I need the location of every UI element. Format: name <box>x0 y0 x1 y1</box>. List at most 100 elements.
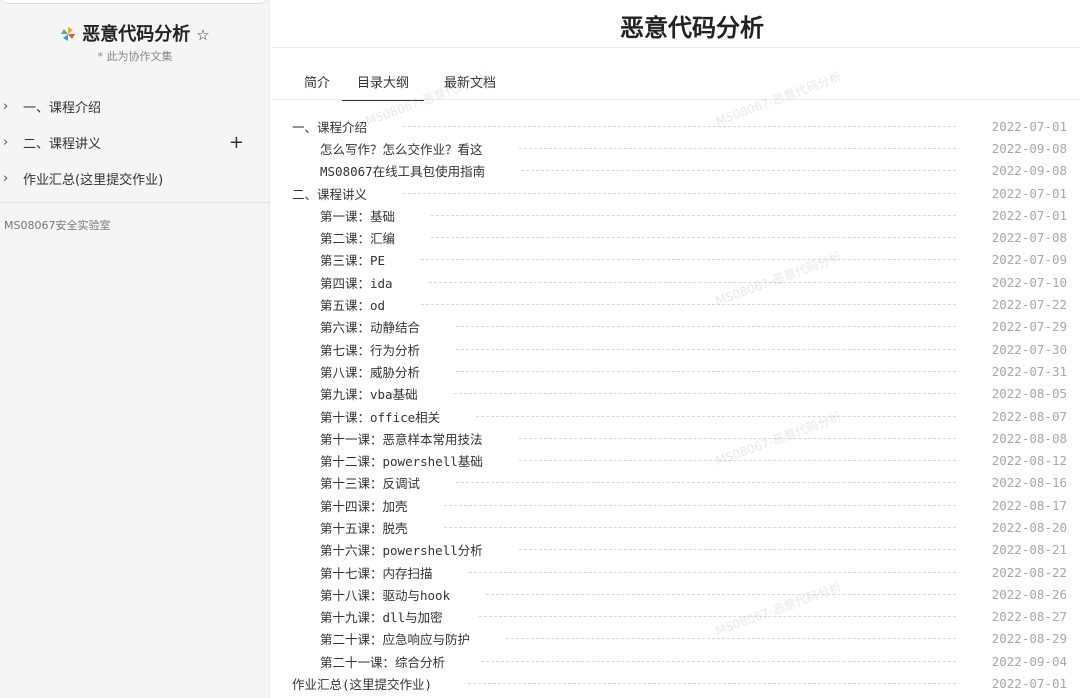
tab-outline[interactable]: 目录大纲 <box>342 72 425 101</box>
outline-row-title[interactable]: 一、课程介绍 <box>292 117 367 136</box>
tab-intro[interactable]: 简介 <box>296 72 338 101</box>
outline-row-date: 2022-09-04 <box>991 653 1067 669</box>
outline-row[interactable]: 第九课：vba基础 2022-08-05 <box>292 383 1067 405</box>
outline-row-leader <box>443 526 956 528</box>
sidebar-footer[interactable]: MS08067安全实验室 <box>4 217 110 233</box>
outline-row[interactable]: 第十八课：驱动与hook 2022-08-26 <box>292 583 1067 605</box>
outline-row-date: 2022-07-10 <box>991 274 1067 290</box>
outline-row-title[interactable]: 第六课：动静结合 <box>320 317 420 336</box>
sidebar-item-course-notes[interactable]: › 二、课程讲义 + <box>0 124 270 160</box>
outline-row-title[interactable]: 第二十课：应急响应与防护 <box>320 629 470 648</box>
outline-row-title[interactable]: 第十九课：dll与加密 <box>320 607 443 626</box>
outline-row-date: 2022-08-26 <box>991 586 1067 602</box>
outline-row-leader <box>468 571 956 573</box>
plus-icon[interactable]: + <box>229 132 244 153</box>
outline-row-leader <box>443 504 956 506</box>
outline-row-leader <box>521 170 956 172</box>
outline-row-title[interactable]: 第十八课：驱动与hook <box>320 585 450 604</box>
outline-row-leader <box>421 304 956 306</box>
outline-row-leader <box>421 259 956 261</box>
outline-row-date: 2022-09-08 <box>991 163 1067 179</box>
outline-row-title[interactable]: 第十三课：反调试 <box>320 473 420 492</box>
star-outline-icon[interactable]: ☆ <box>196 26 209 44</box>
outline-row-title[interactable]: 第八课：威胁分析 <box>320 362 420 381</box>
outline-row-title[interactable]: 第五课：od <box>320 295 385 314</box>
outline-row-leader <box>431 214 956 216</box>
outline-row[interactable]: 第六课：动静结合 2022-07-29 <box>292 316 1067 338</box>
outline-row[interactable]: 第五课：od 2022-07-22 <box>292 293 1067 315</box>
main-content: 恶意代码分析 简介 目录大纲 最新文档 一、课程介绍 2022-07-01 怎么写作… <box>272 0 1080 698</box>
search-box[interactable] <box>0 0 268 4</box>
outline-row-leader <box>431 237 956 239</box>
outline-row-title[interactable]: 第十课：office相关 <box>320 407 440 426</box>
outline-row[interactable]: 第二十课：应急响应与防护 2022-08-29 <box>292 628 1067 650</box>
sidebar-item-homework[interactable]: › 作业汇总(这里提交作业) <box>0 160 270 196</box>
outline-row-title[interactable]: 作业汇总(这里提交作业) <box>292 674 432 693</box>
outline-row-date: 2022-07-08 <box>991 230 1067 246</box>
tab-latest-docs[interactable]: 最新文档 <box>436 72 504 101</box>
outline-row-title[interactable]: 二、课程讲义 <box>292 184 367 203</box>
outline-row-title[interactable]: 第一课：基础 <box>320 206 395 225</box>
chevron-right-icon[interactable]: › <box>3 99 15 114</box>
outline-row-date: 2022-08-21 <box>991 542 1067 558</box>
outline-row[interactable]: 第三课：PE 2022-07-09 <box>292 249 1067 271</box>
outline-row[interactable]: 作业汇总(这里提交作业) 2022-07-01 <box>292 672 1067 694</box>
outline-row-title[interactable]: MS08067在线工具包使用指南 <box>320 161 485 180</box>
outline-row-date: 2022-08-12 <box>991 453 1067 469</box>
outline-row[interactable]: MS08067在线工具包使用指南 2022-09-08 <box>292 160 1067 182</box>
tab-bar: 简介 目录大纲 最新文档 <box>296 72 516 101</box>
outline-row-title[interactable]: 第十四课：加壳 <box>320 496 408 515</box>
outline-row-leader <box>456 348 956 350</box>
outline-row-title[interactable]: 第十二课：powershell基础 <box>320 451 483 470</box>
outline-row-title[interactable]: 第十六课：powershell分析 <box>320 540 483 559</box>
outline-row-date: 2022-07-31 <box>991 363 1067 379</box>
outline-row[interactable]: 第十六课：powershell分析 2022-08-21 <box>292 539 1067 561</box>
outline-row[interactable]: 第十五课：脱壳 2022-08-20 <box>292 516 1067 538</box>
outline-row-date: 2022-07-01 <box>991 207 1067 223</box>
pinwheel-icon <box>61 27 76 41</box>
outline-row-title[interactable]: 第二十一课：综合分析 <box>320 652 445 671</box>
outline-row-title[interactable]: 第十一课：恶意样本常用技法 <box>320 429 483 448</box>
sidebar-nav: › 一、课程介绍 › 二、课程讲义 + › 作业汇总(这里提交作业) <box>0 88 270 196</box>
outline-row-title[interactable]: 怎么写作？怎么交作业？看这 <box>320 139 483 158</box>
outline-row-title[interactable]: 第四课：ida <box>320 273 393 292</box>
sidebar-item-course-intro[interactable]: › 一、课程介绍 <box>0 88 270 124</box>
outline-row[interactable]: 第十二课：powershell基础 2022-08-12 <box>292 449 1067 471</box>
outline-row[interactable]: 第十九课：dll与加密 2022-08-27 <box>292 606 1067 628</box>
outline-row-leader <box>518 147 956 149</box>
outline-row[interactable]: 第八课：威胁分析 2022-07-31 <box>292 360 1067 382</box>
outline-row-date: 2022-08-22 <box>991 564 1067 580</box>
chevron-right-icon[interactable]: › <box>3 171 15 186</box>
outline-row[interactable]: 第十七课：内存扫描 2022-08-22 <box>292 561 1067 583</box>
outline-row-leader <box>403 125 956 127</box>
outline-row-leader <box>486 593 956 595</box>
outline-row[interactable]: 第一课：基础 2022-07-01 <box>292 204 1067 226</box>
outline-row-date: 2022-07-22 <box>991 297 1067 313</box>
outline-row[interactable]: 第十三课：反调试 2022-08-16 <box>292 472 1067 494</box>
outline-list: 一、课程介绍 2022-07-01 怎么写作？怎么交作业？看这 2022-09-08 M… <box>292 115 1067 695</box>
outline-row-title[interactable]: 第十五课：脱壳 <box>320 518 408 537</box>
outline-row[interactable]: 第二十一课：综合分析 2022-09-04 <box>292 650 1067 672</box>
outline-row-title[interactable]: 第七课：行为分析 <box>320 340 420 359</box>
outline-row[interactable]: 第十四课：加壳 2022-08-17 <box>292 494 1067 516</box>
outline-row-date: 2022-07-09 <box>991 252 1067 268</box>
outline-row-leader <box>428 281 956 283</box>
outline-row-date: 2022-08-17 <box>991 497 1067 513</box>
outline-row-title[interactable]: 第十七课：内存扫描 <box>320 563 433 582</box>
outline-row[interactable]: 第十一课：恶意样本常用技法 2022-08-08 <box>292 427 1067 449</box>
outline-row[interactable]: 第四课：ida 2022-07-10 <box>292 271 1067 293</box>
outline-row-title[interactable]: 第二课：汇编 <box>320 228 395 247</box>
outline-row[interactable]: 第七课：行为分析 2022-07-30 <box>292 338 1067 360</box>
outline-row-title[interactable]: 第九课：vba基础 <box>320 384 418 403</box>
collection-title-text: 恶意代码分析 <box>82 24 191 45</box>
outline-row[interactable]: 一、课程介绍 2022-07-01 <box>292 115 1067 137</box>
outline-row[interactable]: 怎么写作？怎么交作业？看这 2022-09-08 <box>292 137 1067 159</box>
outline-row-leader <box>456 482 956 484</box>
outline-row-title[interactable]: 第三课：PE <box>320 250 385 269</box>
chevron-right-icon[interactable]: › <box>3 135 15 150</box>
outline-row-leader <box>453 393 956 395</box>
outline-row-date: 2022-08-08 <box>991 430 1067 446</box>
outline-row[interactable]: 第十课：office相关 2022-08-07 <box>292 405 1067 427</box>
outline-row[interactable]: 第二课：汇编 2022-07-08 <box>292 226 1067 248</box>
outline-row[interactable]: 二、课程讲义 2022-07-01 <box>292 182 1067 204</box>
